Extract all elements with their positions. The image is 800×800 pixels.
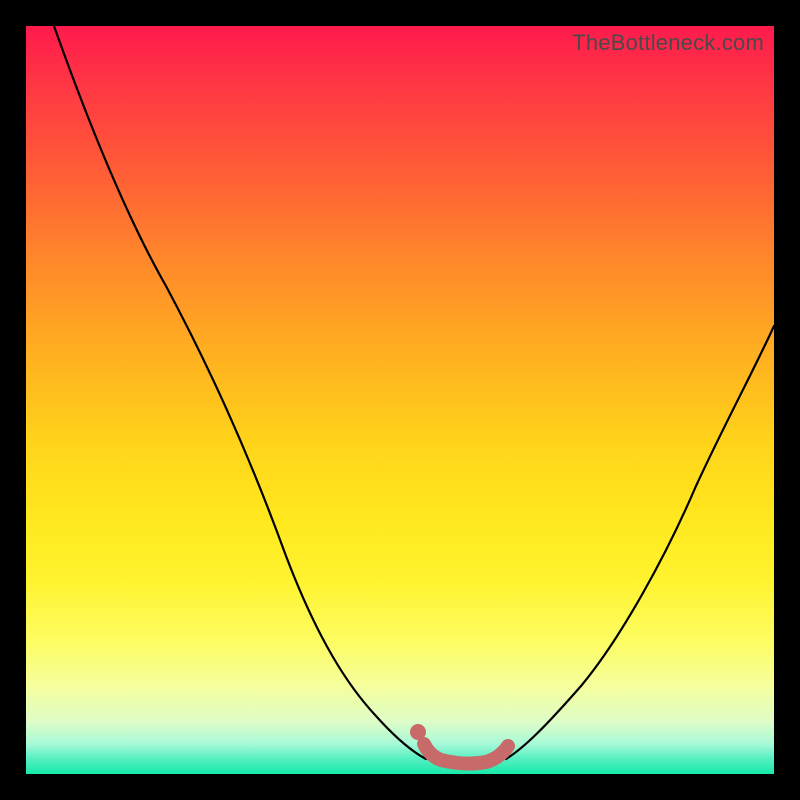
right-curve — [506, 326, 774, 759]
basin-curve — [424, 744, 508, 764]
left-curve — [54, 26, 426, 759]
chart-frame: TheBottleneck.com — [26, 26, 774, 774]
chart-svg — [26, 26, 774, 774]
